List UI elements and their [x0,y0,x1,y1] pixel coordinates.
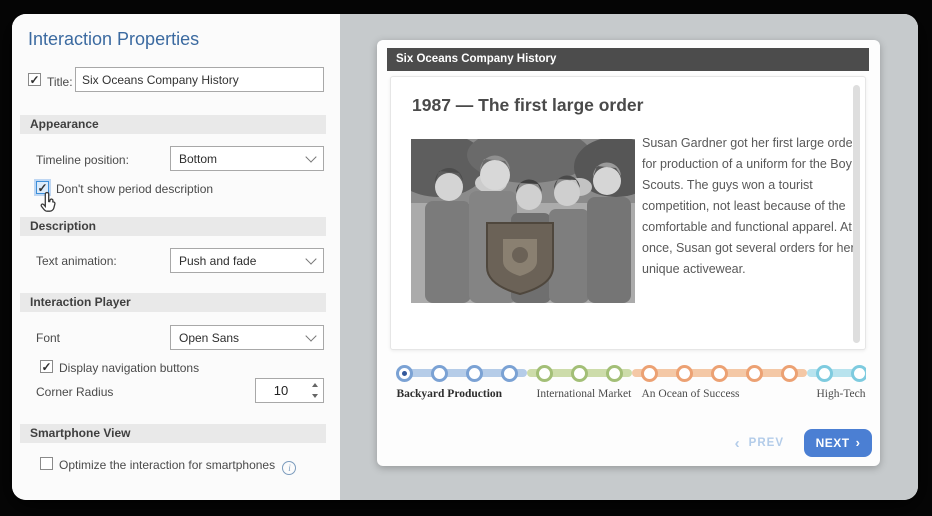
timeline-point[interactable] [676,365,693,382]
text-animation-select[interactable]: Push and fade [170,248,324,273]
prev-button[interactable]: ‹ PREV [735,435,784,452]
timeline-label[interactable]: High-Tech Fa [817,388,867,400]
section-smartphone-view: Smartphone View [20,424,326,443]
timeline-label[interactable]: International Market [537,388,632,400]
text-animation-label: Text animation: [36,254,117,268]
timeline-point[interactable] [851,365,867,382]
font-label: Font [36,331,60,345]
chevron-left-icon: ‹ [735,435,741,452]
timeline-point[interactable] [571,365,588,382]
display-nav-buttons-checkbox[interactable]: ✓ [40,360,53,373]
timeline-strip[interactable]: Backyard Production International Market A… [392,355,866,415]
panel-title: Interaction Properties [28,29,199,50]
timeline-point[interactable] [641,365,658,382]
timeline-point[interactable] [781,365,798,382]
title-label: Title: [47,75,73,89]
timeline-label[interactable]: An Ocean of Success [642,388,740,400]
timeline-point[interactable] [396,365,413,382]
display-nav-buttons-label: Display navigation buttons [59,361,199,375]
timeline-position-label: Timeline position: [36,153,129,167]
period-description: Susan Gardner got her first large order … [642,133,858,280]
title-checkbox[interactable]: ✓ [28,73,41,86]
triangle-down-icon [312,394,318,398]
text-animation-value: Push and fade [179,254,307,268]
timeline-point[interactable] [536,365,553,382]
next-button[interactable]: NEXT › [804,429,872,457]
period-card: 1987 — The first large order [390,76,866,350]
info-icon[interactable]: i [282,461,296,475]
stepper-up-button[interactable] [306,379,323,391]
section-appearance: Appearance [20,115,326,134]
next-button-label: NEXT [816,436,850,450]
app-window: Interaction Properties ✓ Title: Appearan… [12,14,918,500]
font-select[interactable]: Open Sans [170,325,324,350]
timeline-point[interactable] [746,365,763,382]
timeline-point[interactable] [711,365,728,382]
corner-radius-input[interactable] [256,379,306,402]
timeline-point[interactable] [606,365,623,382]
timeline-point[interactable] [816,365,833,382]
triangle-up-icon [312,383,318,387]
chevron-down-icon [305,151,316,162]
timeline-position-select[interactable]: Bottom [170,146,324,171]
optimize-smartphones-checkbox[interactable]: ✓ [40,457,53,470]
check-icon: ✓ [29,73,39,87]
timeline-position-value: Bottom [179,152,307,166]
chevron-right-icon: › [856,435,861,450]
corner-radius-stepper[interactable] [255,378,324,403]
preview-area: Six Oceans Company History 1987 — The fi… [340,14,918,500]
preview-nav: ‹ PREV NEXT › [735,429,872,457]
timeline-label[interactable]: Backyard Production [397,388,503,400]
period-heading: 1987 — The first large order [412,95,643,116]
font-value: Open Sans [179,331,307,345]
title-input[interactable] [75,67,324,92]
preview-title-bar: Six Oceans Company History [387,48,869,71]
scrollbar[interactable] [853,85,860,343]
check-icon: ✓ [41,360,51,374]
section-description: Description [20,217,326,236]
dont-show-description-label: Don't show period description [56,182,213,196]
chevron-down-icon [305,253,316,264]
timeline-point[interactable] [466,365,483,382]
interaction-preview-window: Six Oceans Company History 1987 — The fi… [377,40,880,466]
timeline-point[interactable] [501,365,518,382]
stepper-down-button[interactable] [306,391,323,403]
history-photo [411,139,635,303]
optimize-smartphones-text: Optimize the interaction for smartphones [59,458,275,472]
properties-panel: Interaction Properties ✓ Title: Appearan… [12,14,340,500]
chevron-down-icon [305,330,316,341]
prev-button-label: PREV [749,437,784,449]
optimize-smartphones-label: Optimize the interaction for smartphones… [59,458,296,475]
section-interaction-player: Interaction Player [20,293,326,312]
hand-cursor-icon [38,190,62,218]
timeline-selected-dot [402,371,407,376]
corner-radius-label: Corner Radius [36,385,113,399]
timeline-point[interactable] [431,365,448,382]
